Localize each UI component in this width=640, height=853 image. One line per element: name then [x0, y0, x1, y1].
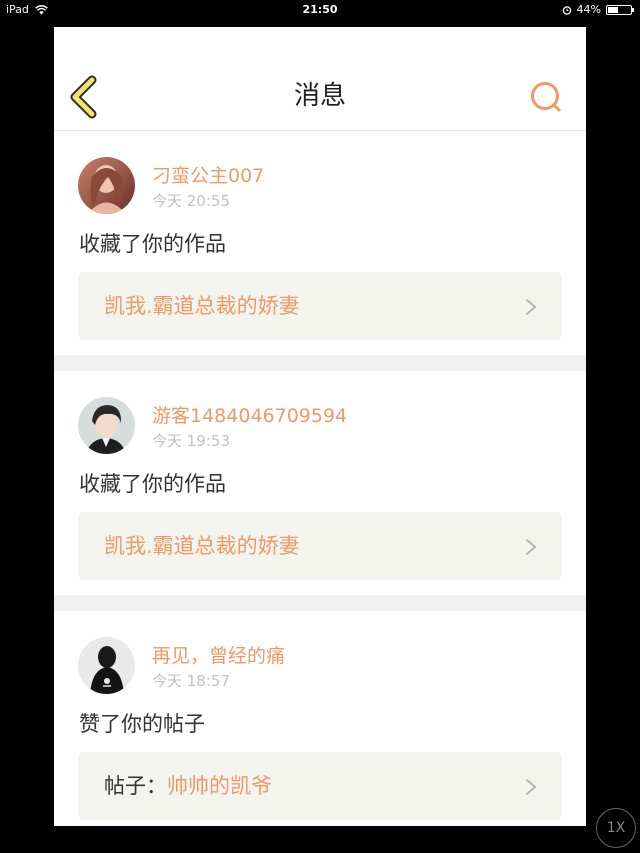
chevron-right-icon [526, 539, 536, 555]
chevron-right-icon [526, 299, 536, 315]
avatar-image [78, 397, 135, 454]
status-time: 21:50 [302, 3, 338, 16]
navbar: 消息 [54, 27, 586, 131]
battery-percent: 44% [576, 3, 601, 16]
status-bar: iPad 21:50 44% [0, 0, 640, 20]
ref-prefix: 帖子： [104, 774, 167, 798]
zoom-toggle-button[interactable]: 1X [596, 808, 636, 848]
ref-title: 凯我.霸道总裁的娇妻 [104, 534, 300, 558]
action-text: 收藏了你的作品 [79, 232, 226, 256]
battery-fill [608, 7, 618, 13]
chevron-right-icon [526, 779, 536, 795]
username[interactable]: 游客1484046709594 [152, 403, 347, 429]
message-list: 刁蛮公主007 今天 20:55 收藏了你的作品 凯我.霸道总裁的娇妻 游客14… [54, 131, 586, 826]
search-icon [531, 82, 561, 112]
search-button[interactable] [528, 79, 564, 115]
battery-icon [606, 5, 634, 15]
avatar[interactable] [78, 157, 135, 214]
avatar[interactable] [78, 397, 135, 454]
ref-text: 凯我.霸道总裁的娇妻 [104, 531, 300, 561]
timestamp: 今天 19:53 [152, 432, 230, 450]
ref-title: 帅帅的凯爷 [167, 774, 272, 798]
timestamp: 今天 20:55 [152, 192, 230, 210]
message-item: 刁蛮公主007 今天 20:55 收藏了你的作品 凯我.霸道总裁的娇妻 [54, 131, 586, 355]
avatar-image [78, 637, 135, 694]
ref-text: 帖子：帅帅的凯爷 [104, 771, 272, 801]
message-item: 再见，曾经的痛 今天 18:57 赞了你的帖子 帖子：帅帅的凯爷 [54, 611, 586, 826]
alarm-icon [562, 6, 571, 15]
divider [54, 595, 586, 611]
app-window: 消息 刁蛮公主007 今天 20:55 收藏了你的作品 凯我.霸道总裁的娇妻 游… [54, 27, 586, 826]
status-right: 44% [562, 0, 634, 20]
timestamp: 今天 18:57 [152, 672, 230, 690]
action-text: 赞了你的帖子 [79, 712, 205, 736]
referenced-work-link[interactable]: 凯我.霸道总裁的娇妻 [78, 272, 562, 340]
avatar-image [78, 157, 135, 214]
username[interactable]: 刁蛮公主007 [152, 163, 264, 189]
referenced-post-link[interactable]: 帖子：帅帅的凯爷 [78, 752, 562, 820]
referenced-work-link[interactable]: 凯我.霸道总裁的娇妻 [78, 512, 562, 580]
action-text: 收藏了你的作品 [79, 472, 226, 496]
message-item: 游客1484046709594 今天 19:53 收藏了你的作品 凯我.霸道总裁… [54, 371, 586, 595]
page-title: 消息 [293, 81, 346, 111]
avatar[interactable] [78, 637, 135, 694]
ref-title: 凯我.霸道总裁的娇妻 [104, 294, 300, 318]
ref-text: 凯我.霸道总裁的娇妻 [104, 291, 300, 321]
username[interactable]: 再见，曾经的痛 [152, 643, 285, 669]
divider [54, 355, 586, 371]
